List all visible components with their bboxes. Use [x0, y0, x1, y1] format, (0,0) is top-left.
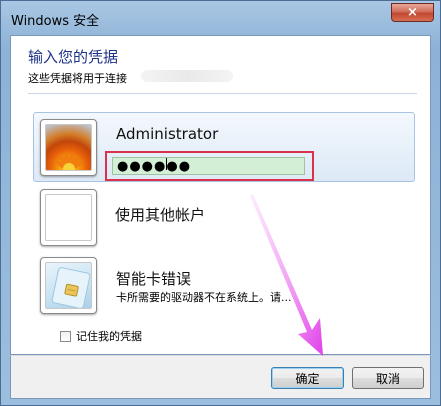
dialog-heading: 输入您的凭据 [28, 48, 119, 66]
dialog-body: 输入您的凭据 这些凭据将用于连接 Administrator ●●●●●● 使用… [10, 35, 431, 355]
remember-label: 记住我的凭据 [76, 330, 142, 343]
credential-tile-other-account[interactable]: 使用其他帐户 [33, 184, 415, 254]
dialog-subheading: 这些凭据将用于连接 [28, 72, 127, 85]
tile-name-smart-card: 智能卡错误 [116, 270, 192, 288]
smart-card-error-text: 卡所需要的驱动器不在系统上。请... [116, 291, 292, 304]
smart-card-icon [40, 257, 97, 314]
security-dialog-window: Windows 安全 × 输入您的凭据 这些凭据将用于连接 Administra… [0, 0, 441, 406]
title-bar[interactable]: Windows 安全 × [1, 1, 440, 35]
blank-avatar-icon [40, 189, 97, 246]
flower-avatar-icon [40, 119, 97, 176]
remember-checkbox[interactable] [60, 330, 71, 342]
password-highlight-box [105, 151, 314, 181]
cancel-button[interactable]: 取消 [352, 367, 424, 389]
credential-tile-administrator[interactable]: Administrator [33, 112, 415, 182]
credential-tile-smart-card[interactable]: 智能卡错误 卡所需要的驱动器不在系统上。请... [33, 254, 415, 324]
text-caret [166, 158, 167, 170]
tile-name-other-account: 使用其他帐户 [115, 206, 206, 224]
password-field[interactable] [112, 157, 305, 175]
window-title: Windows 安全 [11, 14, 100, 29]
divider [28, 93, 417, 94]
close-button[interactable]: × [391, 3, 434, 22]
dialog-footer: 确定 取消 [10, 355, 431, 399]
remember-credentials[interactable]: 记住我的凭据 [60, 328, 142, 344]
ok-button[interactable]: 确定 [271, 367, 344, 389]
blurred-server-name [141, 70, 233, 82]
tile-name-administrator: Administrator [116, 125, 219, 143]
close-icon: × [407, 5, 418, 20]
